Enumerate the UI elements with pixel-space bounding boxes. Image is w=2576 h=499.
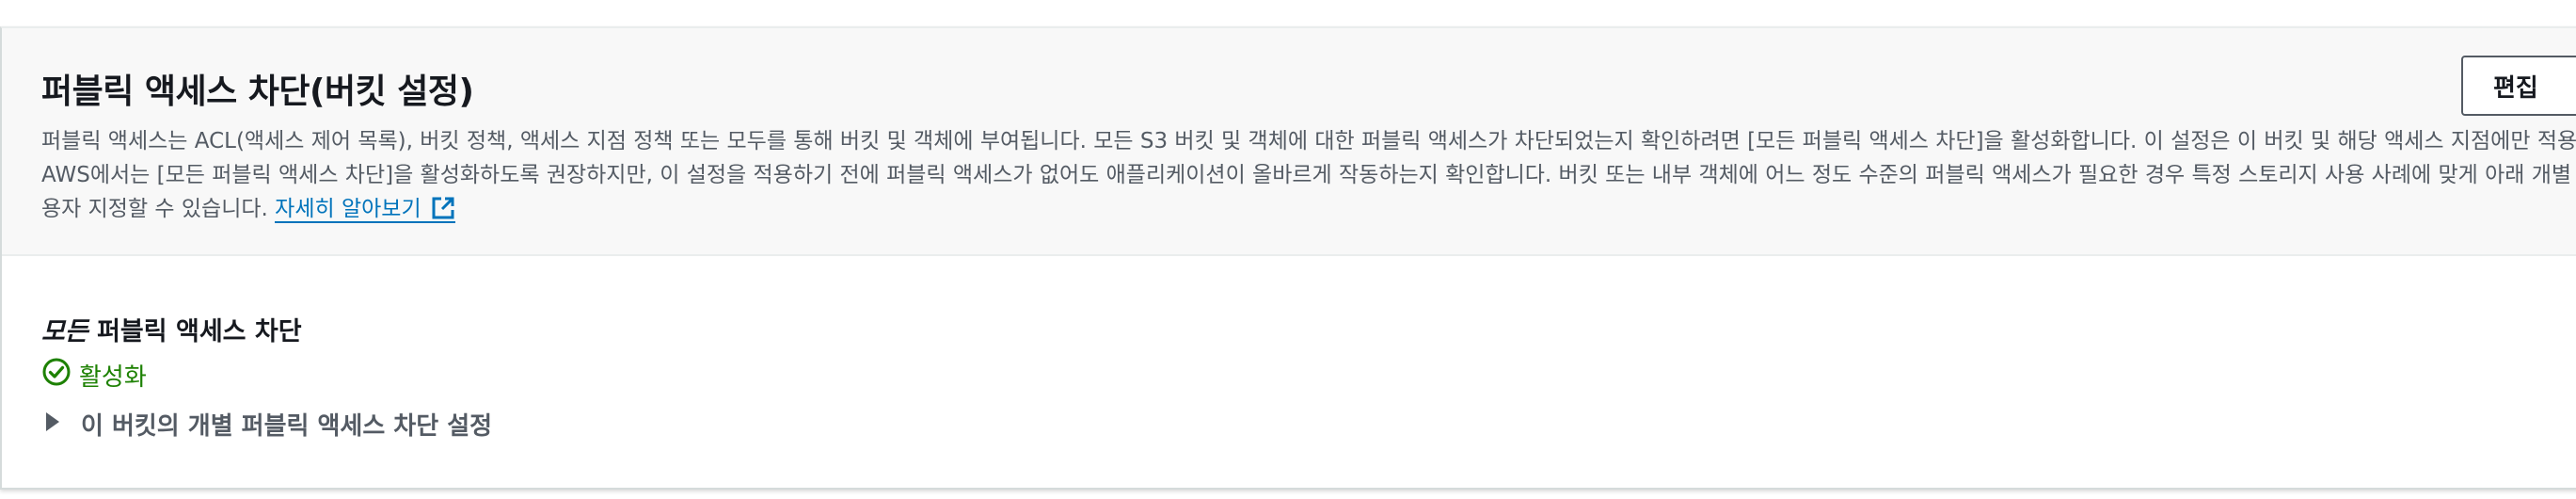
panel-header: 퍼블릭 액세스 차단(버킷 설정) 편집 퍼블릭 액세스는 ACL(액세스 제어… <box>2 28 2576 256</box>
panel-body: 모든 퍼블릭 액세스 차단 활성화 이 버킷의 개별 퍼블릭 액세스 차단 설정 <box>41 311 492 442</box>
page: 퍼블릭 액세스 차단(버킷 설정) 편집 퍼블릭 액세스는 ACL(액세스 제어… <box>0 0 2576 499</box>
description-line-3: 용자 지정할 수 있습니다. 자세히 알아보기 <box>41 192 2576 231</box>
panel-title: 퍼블릭 액세스 차단(버킷 설정) <box>41 72 474 111</box>
edit-button[interactable]: 편집 <box>2461 56 2576 116</box>
status-text: 활성화 <box>79 363 147 392</box>
external-link-icon <box>431 196 455 231</box>
learn-more-label: 자세히 알아보기 <box>275 197 421 221</box>
description-line-1: 퍼블릭 액세스는 ACL(액세스 제어 목록), 버킷 정책, 액세스 지점 정… <box>41 129 2576 153</box>
block-all-label: 모든 퍼블릭 액세스 차단 <box>41 311 492 347</box>
status-badge: 활성화 <box>41 357 492 394</box>
caret-right-icon <box>45 410 60 439</box>
description-line-3-text: 용자 지정할 수 있습니다. <box>41 197 268 221</box>
block-all-label-emphasis: 모든 <box>41 317 88 346</box>
block-public-access-panel: 퍼블릭 액세스 차단(버킷 설정) 편집 퍼블릭 액세스는 ACL(액세스 제어… <box>0 26 2576 490</box>
individual-settings-expander[interactable]: 이 버킷의 개별 퍼블릭 액세스 차단 설정 <box>41 407 492 442</box>
block-all-label-rest: 퍼블릭 액세스 차단 <box>87 317 302 346</box>
panel-description: 퍼블릭 액세스는 ACL(액세스 제어 목록), 버킷 정책, 액세스 지점 정… <box>41 124 2576 231</box>
learn-more-link[interactable]: 자세히 알아보기 <box>275 197 455 223</box>
description-line-2: AWS에서는 [모든 퍼블릭 액세스 차단]을 활성화하도록 권장하지만, 이 … <box>41 163 2576 187</box>
individual-settings-label: 이 버킷의 개별 퍼블릭 액세스 차단 설정 <box>81 412 493 441</box>
check-circle-icon <box>41 357 72 394</box>
